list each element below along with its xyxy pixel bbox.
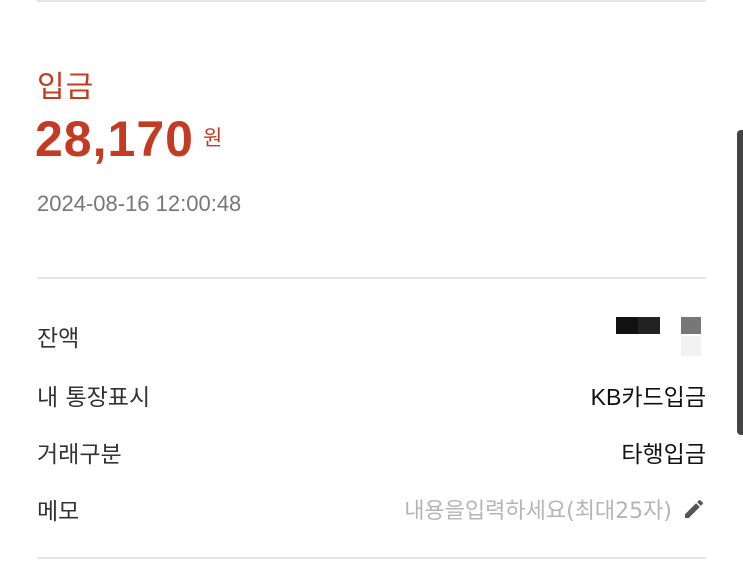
amount-row: 28,170 원 xyxy=(35,110,222,168)
section-divider xyxy=(37,277,706,279)
transaction-amount: 28,170 xyxy=(35,111,194,167)
detail-row-my-display: 내 통장표시 KB카드입금 xyxy=(37,375,706,415)
category-label: 거래구분 xyxy=(37,442,122,468)
category-value: 타행입금 xyxy=(621,442,706,468)
transaction-timestamp: 2024-08-16 12:00:48 xyxy=(37,191,242,216)
top-divider xyxy=(37,0,706,2)
my-display-label: 내 통장표시 xyxy=(37,385,151,411)
scrollbar[interactable] xyxy=(737,130,743,435)
memo-input-area[interactable]: 내용을입력하세요(최대25자) xyxy=(404,493,706,525)
memo-placeholder[interactable]: 내용을입력하세요(최대25자) xyxy=(404,493,672,525)
bottom-divider xyxy=(37,557,706,559)
masked-balance-value xyxy=(616,314,706,358)
transaction-type: 입금 xyxy=(37,70,95,105)
detail-row-balance: 잔액 xyxy=(37,316,706,356)
detail-row-memo[interactable]: 메모 내용을입력하세요(최대25자) xyxy=(37,489,706,529)
currency-unit: 원 xyxy=(202,126,223,150)
memo-label: 메모 xyxy=(37,499,80,525)
detail-row-category: 거래구분 타행입금 xyxy=(37,432,706,472)
pencil-icon[interactable] xyxy=(682,497,706,521)
balance-label: 잔액 xyxy=(37,326,80,352)
my-display-value: KB카드입금 xyxy=(590,384,706,410)
transaction-detail: 입금 28,170 원 2024-08-16 12:00:48 잔액 내 통장표… xyxy=(0,0,743,580)
